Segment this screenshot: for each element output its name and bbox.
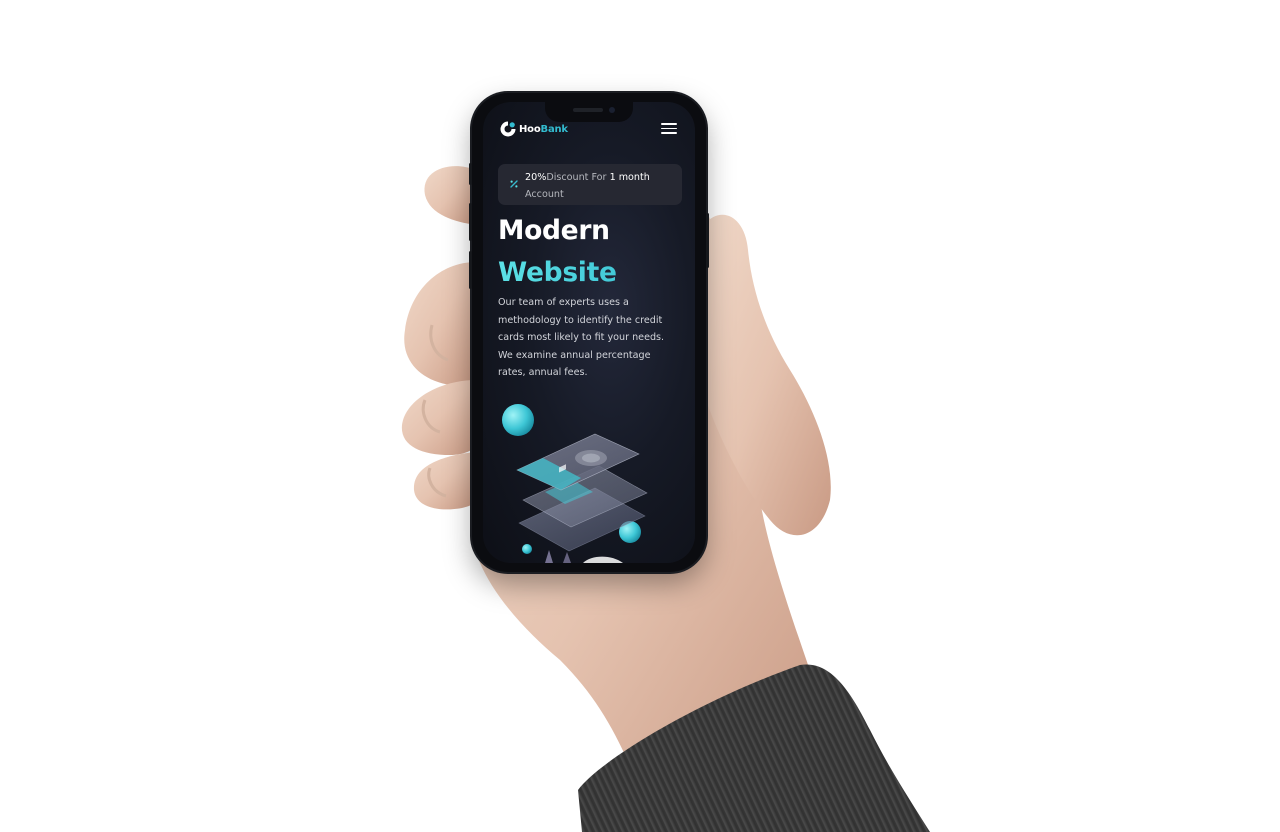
brand-name: HooBank: [519, 124, 568, 135]
decor-shape: [545, 550, 553, 563]
brand-name-prefix: Hoo: [519, 123, 541, 135]
hero-description: Our team of experts uses a methodology t…: [498, 297, 665, 378]
decor-sphere-small: [522, 544, 532, 554]
hero-title-line2: Website: [498, 252, 688, 294]
volume-down-button: [469, 251, 472, 289]
promo-text-middle: Discount For: [546, 172, 607, 183]
brand-name-suffix: Bank: [540, 123, 569, 135]
decor-shape: [563, 552, 571, 563]
hoobank-logo-icon: [500, 121, 516, 137]
phone-screen: HooBank 20%Discount For 1 month Account M…: [483, 102, 695, 563]
decor-blob: [583, 556, 623, 563]
volume-up-button: [469, 203, 472, 241]
promo-badge: 20%Discount For 1 month Account: [498, 164, 682, 205]
smartphone: HooBank 20%Discount For 1 month Account M…: [469, 93, 709, 572]
decor-sphere-large: [502, 404, 534, 436]
power-button: [706, 213, 709, 268]
card-hologram-inner: [582, 453, 600, 463]
front-camera: [609, 107, 615, 113]
hero-title-line1: Modern: [498, 215, 610, 246]
discount-icon: [510, 180, 518, 188]
earpiece-speaker: [573, 108, 603, 112]
credit-cards-illustration: [502, 404, 648, 563]
promo-percent: 20%: [525, 172, 547, 183]
hamburger-menu-icon[interactable]: [661, 123, 677, 135]
mute-switch: [469, 163, 472, 185]
hero-title: Modern Website: [498, 210, 688, 294]
brand-logo[interactable]: HooBank: [499, 120, 568, 138]
promo-text-highlight: 1 month: [609, 172, 650, 183]
promo-text: 20%Discount For 1 month Account: [525, 169, 675, 203]
navbar: HooBank: [499, 120, 679, 142]
promo-text-end: Account: [525, 189, 564, 200]
device-mockup-scene: HooBank 20%Discount For 1 month Account M…: [0, 0, 1280, 832]
phone-notch: [545, 102, 633, 122]
